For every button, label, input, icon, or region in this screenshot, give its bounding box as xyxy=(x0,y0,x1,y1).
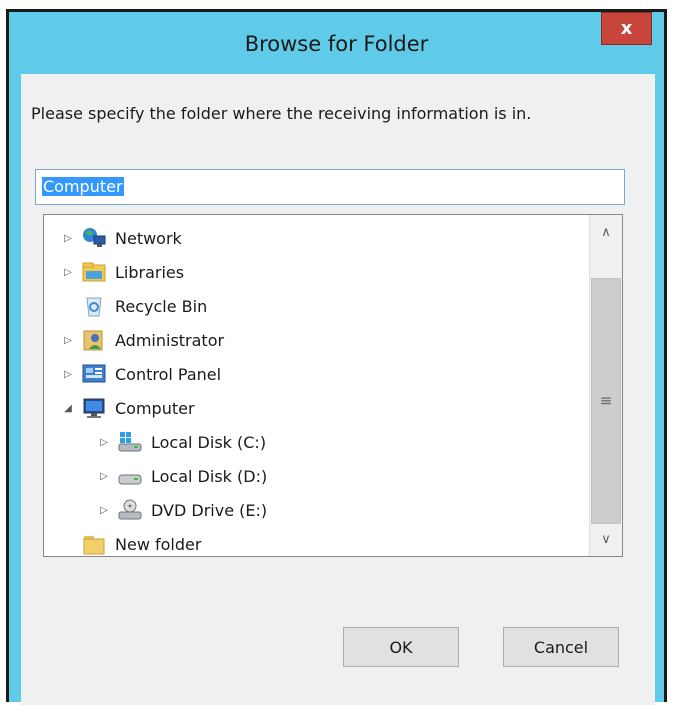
user-folder-icon xyxy=(81,328,107,352)
chevron-down-icon: ∨ xyxy=(601,531,611,547)
tree-item-label: Computer xyxy=(115,398,195,418)
ok-button[interactable]: OK xyxy=(343,627,459,667)
folder-tree[interactable]: ▷ Network ▷ Libraries Recycle Bin ▷ Admi… xyxy=(43,214,623,557)
disk-icon xyxy=(117,464,143,488)
close-button[interactable]: x xyxy=(601,12,652,45)
network-icon xyxy=(81,226,107,250)
tree-item-label: Recycle Bin xyxy=(115,296,208,316)
cancel-button[interactable]: Cancel xyxy=(503,627,619,667)
tree-item-label: Local Disk (D:) xyxy=(151,466,268,486)
dialog-window: Browse for Folder x Please specify the f… xyxy=(6,9,667,705)
tree-item-dvd-drive-e[interactable]: ▷ DVD Drive (E:) xyxy=(97,495,267,525)
tree-item-administrator[interactable]: ▷ Administrator xyxy=(61,325,224,355)
tree-item-label: Network xyxy=(115,228,182,248)
dialog-body: Please specify the folder where the rece… xyxy=(21,74,655,705)
tree-item-label: New folder xyxy=(115,534,202,554)
expand-icon[interactable]: ▷ xyxy=(61,369,75,380)
expand-icon[interactable]: ▷ xyxy=(97,437,111,448)
expand-icon[interactable]: ▷ xyxy=(61,233,75,244)
title-bar[interactable]: Browse for Folder x xyxy=(9,12,664,74)
computer-icon xyxy=(81,396,107,420)
scroll-up-button[interactable]: ∧ xyxy=(590,217,622,247)
tree-item-computer[interactable]: ◢ Computer xyxy=(61,393,195,423)
prompt-text: Please specify the folder where the rece… xyxy=(31,104,532,123)
tree-item-network[interactable]: ▷ Network xyxy=(61,223,182,253)
libraries-icon xyxy=(81,260,107,284)
grip-icon: ≡ xyxy=(599,391,613,410)
expand-icon[interactable]: ▷ xyxy=(61,267,75,278)
tree-item-label: DVD Drive (E:) xyxy=(151,500,268,520)
folder-path-input[interactable]: Computer xyxy=(35,169,625,205)
tree-item-label: Libraries xyxy=(115,262,185,282)
control-panel-icon xyxy=(81,362,107,386)
expand-icon[interactable]: ▷ xyxy=(61,335,75,346)
dialog-title: Browse for Folder xyxy=(244,32,429,56)
tree-scrollbar[interactable]: ∧ ≡ ∨ xyxy=(589,215,622,556)
tree-item-new-folder[interactable]: New folder xyxy=(61,529,202,556)
recycle-bin-icon xyxy=(81,294,107,318)
scroll-down-button[interactable]: ∨ xyxy=(590,524,622,554)
chevron-up-icon: ∧ xyxy=(601,224,611,240)
tree-item-label: Control Panel xyxy=(115,364,222,384)
tree-item-control-panel[interactable]: ▷ Control Panel xyxy=(61,359,221,389)
tree-item-libraries[interactable]: ▷ Libraries xyxy=(61,257,184,287)
scroll-thumb[interactable]: ≡ xyxy=(591,278,621,524)
expand-icon[interactable]: ▷ xyxy=(97,471,111,482)
tree-item-local-disk-c[interactable]: ▷ Local Disk (C:) xyxy=(97,427,266,457)
close-icon: x xyxy=(620,18,633,39)
dvd-drive-icon xyxy=(117,498,143,522)
expand-icon[interactable]: ▷ xyxy=(97,505,111,516)
tree-item-label: Administrator xyxy=(115,330,225,350)
collapse-icon[interactable]: ◢ xyxy=(61,403,75,414)
folder-icon xyxy=(81,532,107,556)
tree-item-recycle-bin[interactable]: Recycle Bin xyxy=(61,291,207,321)
folder-path-value: Computer xyxy=(42,177,124,196)
system-disk-icon xyxy=(117,430,143,454)
tree-item-local-disk-d[interactable]: ▷ Local Disk (D:) xyxy=(97,461,267,491)
tree-item-label: Local Disk (C:) xyxy=(151,432,267,452)
